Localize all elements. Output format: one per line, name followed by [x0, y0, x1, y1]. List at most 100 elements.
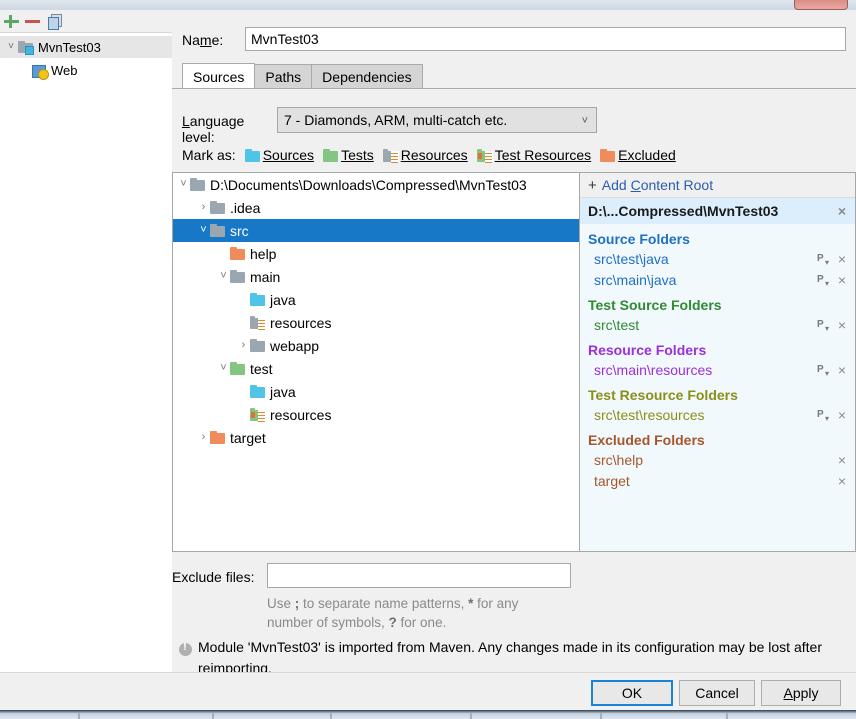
root-folder-path: src\help	[594, 451, 644, 468]
chevron-down-icon[interactable]: ˅	[197, 225, 210, 236]
root-group: Test Resource Folders src\test\resources P…	[580, 387, 855, 425]
root-folder-item[interactable]: src\main\resources P ▾ ×	[588, 359, 855, 380]
package-prefix-icon[interactable]: P ▾	[817, 409, 832, 423]
root-group: Excluded Folders src\help × target ×	[580, 432, 855, 491]
mark-as-excluded-button[interactable]: Excluded	[600, 147, 676, 163]
copy-icon[interactable]	[46, 13, 63, 30]
project-structure-dialog: ˅ MvnTest03 Web Name: Sources Paths Depe…	[0, 0, 856, 719]
close-icon[interactable]: ×	[835, 473, 849, 489]
root-folder-item[interactable]: target ×	[588, 470, 855, 491]
package-prefix-icon[interactable]: P ▾	[817, 364, 832, 378]
language-level-label: Language level:	[182, 113, 245, 145]
minus-icon[interactable]	[24, 13, 41, 30]
orange-folder-icon	[230, 247, 245, 260]
tree-row[interactable]: ˅ test	[173, 357, 579, 380]
module-name-input[interactable]	[245, 27, 846, 51]
root-folder-path: src\test\java	[594, 250, 669, 267]
root-folder-path: target	[594, 472, 630, 489]
editor-tabs: Sources Paths Dependencies	[182, 63, 423, 89]
tree-row[interactable]: ˅ D:\Documents\Downloads\Compressed\MvnTe…	[173, 173, 579, 196]
root-groups: Source Folders src\test\java P ▾ × src\main\j…	[580, 231, 855, 491]
tree-row-label: src	[230, 222, 249, 239]
chevron-down-icon[interactable]: ˅	[4, 42, 18, 52]
tree-row-label: resources	[270, 406, 332, 423]
chevron-right-icon[interactable]: ›	[197, 432, 210, 443]
module-item-label: MvnTest03	[38, 39, 101, 55]
tab-paths[interactable]: Paths	[254, 64, 313, 89]
tree-row-label: help	[250, 245, 277, 262]
content-root-header[interactable]: D:\...Compressed\MvnTest03 ×	[580, 198, 855, 224]
tree-row[interactable]: java	[173, 380, 579, 403]
sources-folder-icon	[244, 148, 260, 162]
tree-row-label: resources	[270, 314, 332, 331]
tree-row[interactable]: › .idea	[173, 196, 579, 219]
gray-folder-icon	[250, 339, 265, 352]
excluded-folder-icon	[600, 148, 616, 162]
tree-row[interactable]: ˅ main	[173, 265, 579, 288]
root-folder-path: src\main\java	[594, 271, 677, 288]
chevron-right-icon[interactable]: ›	[197, 202, 210, 213]
root-group-title: Test Resource Folders	[588, 387, 738, 403]
close-icon[interactable]: ×	[835, 407, 849, 423]
mark-as-sources-button[interactable]: Sources	[244, 147, 314, 163]
tree-row[interactable]: › target	[173, 426, 579, 449]
cancel-button[interactable]: Cancel	[679, 680, 755, 706]
root-folder-item[interactable]: src\help ×	[588, 449, 855, 470]
os-taskbar[interactable]	[0, 710, 856, 719]
tree-row[interactable]: help	[173, 242, 579, 265]
root-group-title: Source Folders	[588, 231, 690, 247]
gray-folder-icon	[210, 201, 225, 214]
close-icon[interactable]: ×	[835, 317, 849, 333]
tree-row-label: webapp	[270, 337, 320, 354]
tab-dependencies[interactable]: Dependencies	[311, 64, 423, 89]
exclude-files-input[interactable]	[267, 563, 571, 588]
root-folder-item[interactable]: src\main\java P ▾ ×	[588, 269, 855, 290]
content-roots-panel: + Add Content Root D:\...Compressed\MvnT…	[579, 172, 856, 552]
tree-row[interactable]: › webapp	[173, 334, 579, 357]
mark-as-tests-button[interactable]: Tests	[323, 147, 374, 163]
root-folder-item[interactable]: src\test\resources P ▾ ×	[588, 404, 855, 425]
root-group: Resource Folders src\main\resources P ▾ ×	[580, 342, 855, 380]
tree-row[interactable]: resources	[173, 403, 579, 426]
tree-row[interactable]: resources	[173, 311, 579, 334]
chevron-right-icon[interactable]: ›	[237, 340, 250, 351]
module-editor-pane: Name: Sources Paths Dependencies Languag…	[172, 10, 856, 676]
chevron-down-icon[interactable]: ˅	[217, 271, 230, 282]
chevron-down-icon[interactable]: ˅	[177, 179, 190, 190]
package-prefix-icon[interactable]: P ▾	[817, 274, 832, 288]
tree-row[interactable]: java	[173, 288, 579, 311]
language-level-value: 7 - Diamonds, ARM, multi-catch etc.	[284, 112, 508, 128]
chevron-down-icon[interactable]: ˅	[217, 363, 230, 374]
content-tree[interactable]: ˅ D:\Documents\Downloads\Compressed\MvnTe…	[172, 172, 580, 552]
close-icon[interactable]: ×	[835, 452, 849, 468]
close-icon[interactable]: ×	[835, 272, 849, 288]
close-icon[interactable]: ×	[835, 362, 849, 378]
chevron-down-icon[interactable]: ˅	[582, 115, 588, 127]
root-folder-item[interactable]: src\test\java P ▾ ×	[588, 248, 855, 269]
apply-button[interactable]: Apply	[761, 680, 841, 706]
mark-as-test-resources-button[interactable]: Test Resources	[476, 147, 591, 163]
window-close-button[interactable]	[794, 0, 848, 10]
root-group: Test Source Folders src\test P ▾ ×	[580, 297, 855, 335]
add-content-root-button[interactable]: + Add Content Root	[580, 173, 855, 198]
exclude-files-hint: Use ; to separate name patterns, * for a…	[267, 596, 519, 630]
close-icon[interactable]: ×	[835, 203, 849, 219]
sources-tab-panel: Language level: 7 - Diamonds, ARM, multi…	[172, 89, 856, 676]
web-facet-icon	[32, 64, 49, 80]
tab-sources[interactable]: Sources	[182, 63, 256, 89]
language-level-select[interactable]: 7 - Diamonds, ARM, multi-catch etc. ˅	[277, 107, 597, 133]
module-item-mvntest03[interactable]: ˅ MvnTest03	[0, 36, 176, 58]
facet-item-label: Web	[51, 62, 78, 78]
package-prefix-icon[interactable]: P ▾	[817, 319, 832, 333]
ok-button[interactable]: OK	[591, 680, 673, 706]
close-icon[interactable]: ×	[835, 251, 849, 267]
tests-folder-icon	[323, 148, 339, 162]
package-prefix-icon[interactable]: P ▾	[817, 253, 832, 267]
plus-icon[interactable]	[3, 13, 20, 30]
dialog-footer: OK Cancel Apply	[0, 672, 856, 711]
mark-as-resources-button[interactable]: Resources	[382, 147, 468, 163]
tree-row[interactable]: ˅ src	[173, 219, 579, 242]
root-folder-item[interactable]: src\test P ▾ ×	[588, 314, 855, 335]
mark-as-row: Mark as: Sources Tests Resources Test Re…	[182, 147, 676, 163]
root-folder-path: src\test	[594, 316, 640, 333]
